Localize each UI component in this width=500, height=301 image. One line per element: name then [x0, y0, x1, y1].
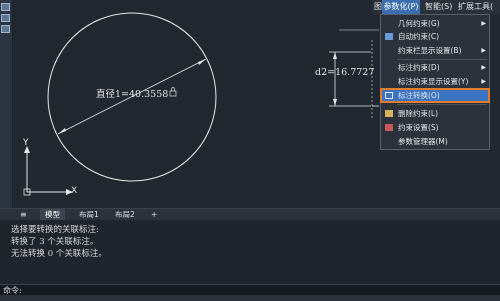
diameter-dimension-label: 直径1=40.3558: [96, 89, 169, 100]
menu-item-dimensional-constraints[interactable]: 标注约束(D) ▶: [381, 61, 489, 74]
menu-item-label: 标注约束(D): [398, 63, 440, 72]
menu-separator: [397, 104, 487, 105]
menu-item-delete-constraints[interactable]: 删除约束(L): [381, 107, 489, 120]
status-bar: [0, 295, 500, 301]
submenu-arrow-icon: ▶: [481, 47, 486, 54]
menu-item-auto-constrain[interactable]: 自动约束(C): [381, 30, 489, 43]
submenu-arrow-icon: ▶: [481, 20, 486, 27]
command-history: 选择要转换的关联标注: 转换了 3 个关联标注。 无法转换 0 个关联标注。: [0, 220, 500, 284]
menu-item-convert-dimension[interactable]: 标注转换(O): [380, 88, 490, 103]
grid-icon[interactable]: [1, 14, 10, 22]
layout-tab-bar: ≡ 模型 布局1 布局2 +: [0, 208, 500, 220]
menu-item-label: 自动约束(C): [398, 32, 440, 41]
d2-dimension-label: d2=16.7727: [315, 67, 375, 78]
menu-item-label: 标注转换(O): [398, 91, 440, 100]
command-line: 无法转换 0 个关联标注。: [11, 249, 107, 259]
auto-constrain-icon: [385, 33, 393, 40]
menu-item-label: 删除约束(L): [398, 109, 439, 118]
menu-item-label: 约束设置(S): [398, 123, 439, 132]
menu-item-label: 几何约束(G): [398, 19, 440, 28]
delete-constraints-icon: [385, 110, 393, 117]
submenu-arrow-icon: ▶: [481, 78, 486, 85]
menu-separator: [397, 59, 487, 60]
axis-x-label: X: [71, 186, 78, 196]
menu-item-parameters-manager[interactable]: 参数管理器(M): [381, 135, 489, 148]
menu-item-constraint-settings[interactable]: 约束设置(S): [381, 121, 489, 134]
command-line: 转换了 3 个关联标注。: [11, 237, 99, 247]
menu-item-label: 标注约束显示设置(Y): [398, 77, 469, 86]
axis-y-label: Y: [23, 138, 29, 148]
parametric-dropdown-menu: 几何约束(G) ▶ 自动约束(C) 约束栏显示设置(B) ▶ 标注约束(D) ▶…: [380, 14, 490, 150]
menu-item-geometric-constraints[interactable]: 几何约束(G) ▶: [381, 17, 489, 30]
menu-item-label: 约束栏显示设置(B): [398, 46, 462, 55]
menu-parametric[interactable]: 参数化(P): [382, 0, 420, 14]
command-line: 选择要转换的关联标注:: [11, 225, 99, 235]
menu-smart[interactable]: 智能(S): [425, 0, 452, 14]
menu-item-label: 参数管理器(M): [398, 137, 448, 146]
submenu-arrow-icon: ▶: [481, 64, 486, 71]
left-toolbar: [0, 0, 13, 210]
menubar: 图(V) 参数化(P) 智能(S) 扩展工具(: [372, 0, 500, 14]
menu-extension-tools[interactable]: 扩展工具(: [458, 0, 493, 14]
toolbar-icon[interactable]: [1, 3, 10, 11]
tab-layout2[interactable]: 布局2: [110, 209, 140, 220]
menu-item-constraint-bar-settings[interactable]: 约束栏显示设置(B) ▶: [381, 44, 489, 57]
menu-hamburger-icon[interactable]: ≡: [20, 210, 27, 219]
tab-add-button[interactable]: +: [146, 209, 162, 220]
tab-layout1[interactable]: 布局1: [74, 209, 104, 220]
menu-item-dimensional-display-settings[interactable]: 标注约束显示设置(Y) ▶: [381, 75, 489, 88]
tab-model[interactable]: 模型: [40, 209, 65, 220]
constraint-settings-icon: [385, 124, 393, 131]
layers-icon[interactable]: [1, 25, 10, 33]
convert-dimension-icon: [385, 92, 393, 99]
